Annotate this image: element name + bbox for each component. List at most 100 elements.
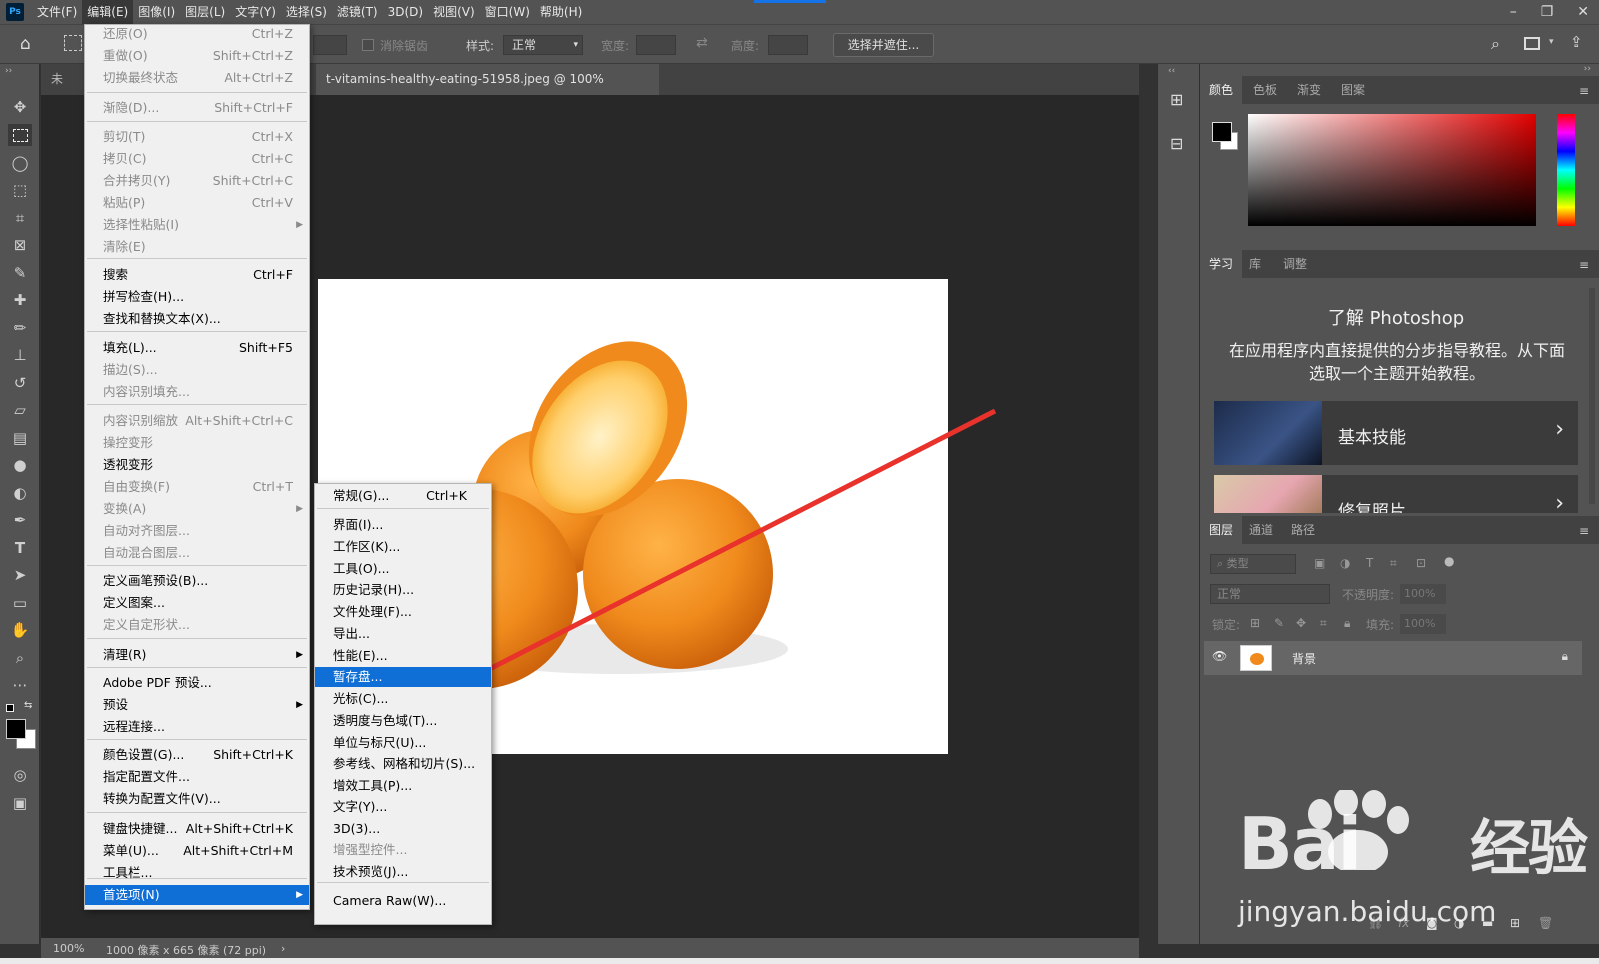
preferences-menu-item[interactable]: 工作区(K)... (315, 537, 491, 557)
edit-menu-item[interactable]: 选择性粘贴(I) ▶ (85, 215, 309, 235)
document-info[interactable]: 1000 像素 x 665 像素 (72 ppi) (106, 942, 266, 958)
learn-card-repair[interactable]: 修复照片 › (1214, 475, 1578, 513)
tab-learn[interactable]: 学习 (1200, 250, 1243, 278)
edit-menu-item[interactable]: 清除(E) (85, 237, 309, 257)
edit-menu-item[interactable]: 转换为配置文件(V)... (85, 789, 309, 809)
edit-menu-item[interactable]: 查找和替换文本(X)... (85, 309, 309, 329)
trash-icon[interactable]: 🗑︎ (1538, 916, 1553, 930)
preferences-menu-item[interactable]: 3D(3)... (315, 819, 491, 839)
opacity-input[interactable]: 100% (1400, 584, 1446, 604)
lock-pixels-icon[interactable]: ⊞ (1250, 616, 1260, 630)
preferences-menu-item[interactable]: 增强型控件... (315, 840, 491, 860)
preferences-menu-item[interactable]: 常规(G)... Ctrl+K (315, 486, 491, 506)
edit-menu-item[interactable]: 键盘快捷键... Alt+Shift+Ctrl+K (85, 819, 309, 839)
preferences-menu-item[interactable]: 光标(C)... (315, 689, 491, 709)
edit-menu-item[interactable]: 远程连接... (85, 717, 309, 737)
edit-menu-item[interactable]: 自动混合图层... (85, 543, 309, 563)
preferences-menu-item[interactable]: 技术预览(J)... (315, 862, 491, 882)
edit-menu-item[interactable]: 粘贴(P) Ctrl+V (85, 193, 309, 213)
tab-layers[interactable]: 图层 (1200, 516, 1243, 544)
filter-smart-icon[interactable]: ⊡ (1416, 556, 1426, 570)
edit-menu-item[interactable]: 填充(L)... Shift+F5 (85, 338, 309, 358)
edit-menu-item[interactable]: 剪切(T) Ctrl+X (85, 127, 309, 147)
layer-filter-select[interactable]: ⌕ 类型 (1210, 554, 1296, 574)
preferences-menu-item[interactable]: 单位与标尺(U)... (315, 733, 491, 753)
filter-toggle-icon[interactable]: ● (1444, 554, 1454, 568)
edit-menu-item[interactable]: 定义图案... (85, 593, 309, 613)
color-field[interactable] (1248, 114, 1536, 226)
preferences-menu-item[interactable]: 界面(I)... (315, 515, 491, 535)
hue-slider[interactable] (1557, 114, 1575, 226)
lock-all-icon[interactable]: 🔒︎ (1344, 616, 1350, 631)
edit-menu-item[interactable]: 工具栏... (85, 863, 309, 883)
tab-gradients[interactable]: 渐变 (1288, 76, 1330, 104)
edit-menu-item[interactable]: 预设 ▶ (85, 695, 309, 715)
edit-menu-item[interactable]: 透视变形 (85, 455, 309, 475)
panel-menu-icon[interactable]: ≡ (1579, 524, 1589, 538)
tab-libraries[interactable]: 库 (1240, 250, 1270, 278)
tab-channels[interactable]: 通道 (1240, 516, 1282, 544)
edit-menu-item[interactable]: 搜索 Ctrl+F (85, 265, 309, 285)
lock-position-icon[interactable]: ✥ (1296, 616, 1306, 630)
filter-adjust-icon[interactable]: ◑ (1340, 556, 1350, 570)
edit-menu-item[interactable]: 操控变形 (85, 433, 309, 453)
collapse-icon[interactable]: ›› (1584, 64, 1591, 74)
edit-menu-item[interactable]: 合并拷贝(Y) Shift+Ctrl+C (85, 171, 309, 191)
panel-menu-icon[interactable]: ≡ (1579, 258, 1589, 272)
zoom-level[interactable]: 100% (53, 942, 84, 955)
edit-menu-item[interactable]: 指定配置文件... (85, 767, 309, 787)
preferences-menu-item[interactable]: 导出... (315, 624, 491, 644)
edit-menu-item[interactable]: 重做(O) Shift+Ctrl+Z (85, 46, 309, 66)
foreground-color-swatch[interactable] (1212, 122, 1232, 142)
edit-menu-item[interactable]: 变换(A) ▶ (85, 499, 309, 519)
edit-menu-item[interactable]: 自动对齐图层... (85, 521, 309, 541)
preferences-menu-item[interactable]: 透明度与色域(T)... (315, 711, 491, 731)
fill-input[interactable]: 100% (1400, 614, 1446, 634)
tab-paths[interactable]: 路径 (1282, 516, 1324, 544)
learn-card-basics[interactable]: 基本技能 › (1214, 401, 1578, 465)
blend-mode-select[interactable]: 正常 (1210, 584, 1330, 604)
preferences-menu-item[interactable]: Camera Raw(W)... (315, 891, 491, 911)
edit-menu-item[interactable]: 菜单(U)... Alt+Shift+Ctrl+M (85, 841, 309, 861)
edit-menu-item[interactable]: 还原(O) Ctrl+Z (85, 24, 309, 44)
edit-menu-item[interactable]: 颜色设置(G)... Shift+Ctrl+K (85, 745, 309, 765)
preferences-menu-item[interactable]: 参考线、网格和切片(S)... (315, 754, 491, 774)
edit-menu-item[interactable]: 定义自定形状... (85, 615, 309, 635)
panel-menu-icon[interactable]: ≡ (1579, 84, 1589, 98)
filter-pixel-icon[interactable]: ▣ (1314, 556, 1325, 570)
properties-icon[interactable]: ⊞ (1170, 90, 1183, 109)
lock-brush-icon[interactable]: ✎ (1274, 616, 1284, 630)
layer-row[interactable]: 👁︎ 背景 🔒︎ (1204, 641, 1582, 675)
preferences-menu-item[interactable]: 文件处理(F)... (315, 602, 491, 622)
edit-menu-item[interactable]: 渐隐(D)... Shift+Ctrl+F (85, 98, 309, 118)
learn-scrollbar[interactable] (1589, 288, 1595, 504)
edit-menu-item[interactable]: 拼写检查(H)... (85, 287, 309, 307)
preferences-menu-item[interactable]: 历史记录(H)... (315, 580, 491, 600)
edit-menu-item[interactable]: 切换最终状态 Alt+Ctrl+Z (85, 68, 309, 88)
edit-menu-item[interactable]: 内容识别缩放 Alt+Shift+Ctrl+C (85, 411, 309, 431)
tab-adjustments[interactable]: 调整 (1274, 250, 1316, 278)
preferences-menu-item[interactable]: 性能(E)... (315, 646, 491, 666)
preferences-menu-item[interactable]: 暂存盘... (315, 667, 491, 687)
preferences-menu-item[interactable]: 增效工具(P)... (315, 776, 491, 796)
history-icon[interactable]: ⊟ (1170, 134, 1183, 153)
new-layer-icon[interactable]: ⊞ (1510, 916, 1520, 930)
chevron-right-icon[interactable]: › (281, 942, 285, 955)
tab-swatches[interactable]: 色板 (1244, 76, 1286, 104)
filter-shape-icon[interactable]: ⌗ (1390, 556, 1397, 571)
edit-menu-item[interactable]: 描边(S)... (85, 360, 309, 380)
edit-menu-item[interactable]: 内容识别填充... (85, 382, 309, 402)
visibility-eye-icon[interactable]: 👁︎ (1212, 649, 1227, 663)
edit-menu-item[interactable]: 首选项(N) ▶ (85, 885, 309, 905)
lock-artboard-icon[interactable]: ⌗ (1320, 616, 1327, 631)
edit-menu-item[interactable]: 清理(R) ▶ (85, 645, 309, 665)
preferences-menu-item[interactable]: 工具(O)... (315, 559, 491, 579)
tab-color[interactable]: 颜色 (1200, 76, 1243, 104)
filter-type-icon[interactable]: T (1366, 556, 1373, 570)
tab-patterns[interactable]: 图案 (1332, 76, 1374, 104)
edit-menu-item[interactable]: 拷贝(C) Ctrl+C (85, 149, 309, 169)
collapse-icon[interactable]: ‹‹ (1168, 66, 1175, 76)
edit-menu-item[interactable]: 自由变换(F) Ctrl+T (85, 477, 309, 497)
edit-menu-item[interactable]: Adobe PDF 预设... (85, 673, 309, 693)
edit-menu-item[interactable]: 定义画笔预设(B)... (85, 571, 309, 591)
